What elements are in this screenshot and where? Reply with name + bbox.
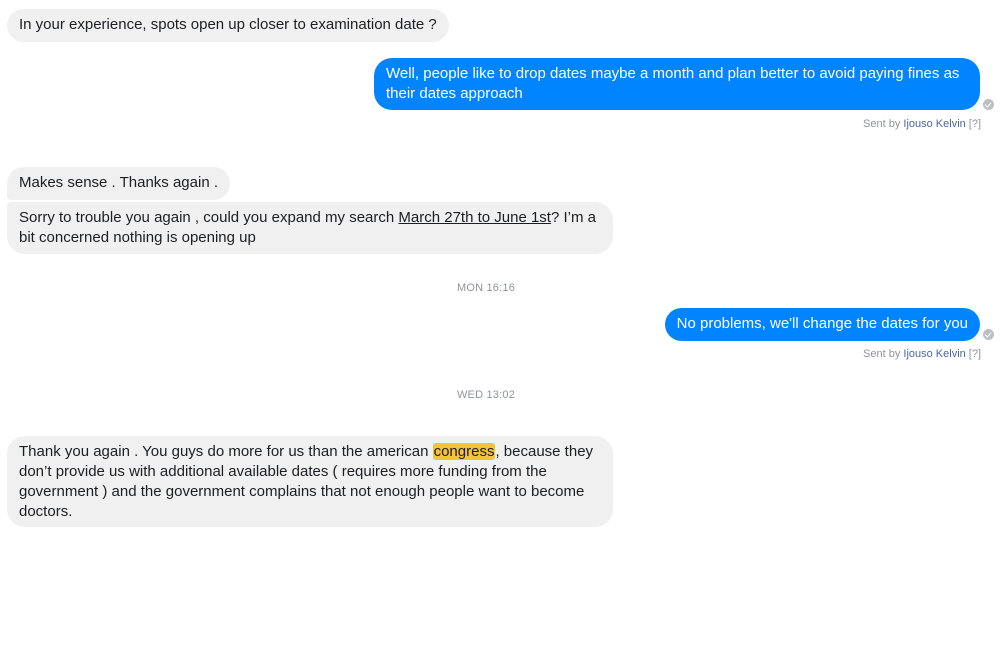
message-text: Thank you again . You guys do more for u… (19, 443, 433, 460)
message-incoming[interactable]: Sorry to trouble you again , could you e… (7, 202, 613, 254)
timestamp: MON 16:16 (456, 282, 516, 294)
sent-by-label: Sent by Ijouso Kelvin [?] (863, 348, 981, 360)
date-range-link[interactable]: March 27th to June 1st (398, 209, 551, 226)
message-text: Sorry to trouble you again , could you e… (19, 209, 399, 226)
message-incoming[interactable]: Thank you again . You guys do more for u… (7, 436, 613, 527)
help-link[interactable]: [?] (969, 118, 981, 130)
message-incoming[interactable]: In your experience, spots open up closer… (7, 9, 449, 42)
author-link[interactable]: Ijouso Kelvin (903, 348, 965, 360)
message-incoming[interactable]: Makes sense . Thanks again . (7, 167, 230, 200)
author-link[interactable]: Ijouso Kelvin (903, 118, 965, 130)
help-link[interactable]: [?] (969, 348, 981, 360)
seen-check-icon (983, 99, 994, 110)
message-text: Makes sense . Thanks again . (19, 174, 218, 191)
seen-check-icon (983, 329, 994, 340)
message-outgoing[interactable]: Well, people like to drop dates maybe a … (374, 58, 980, 110)
sent-by-label: Sent by Ijouso Kelvin [?] (863, 118, 981, 130)
highlighted-word: congress (432, 443, 496, 460)
message-text: In your experience, spots open up closer… (19, 16, 437, 33)
timestamp: WED 13:02 (456, 389, 516, 401)
message-outgoing[interactable]: No problems, we'll change the dates for … (664, 308, 980, 341)
message-text: Well, people like to drop dates maybe a … (386, 65, 960, 102)
message-text: No problems, we'll change the dates for … (676, 315, 968, 332)
